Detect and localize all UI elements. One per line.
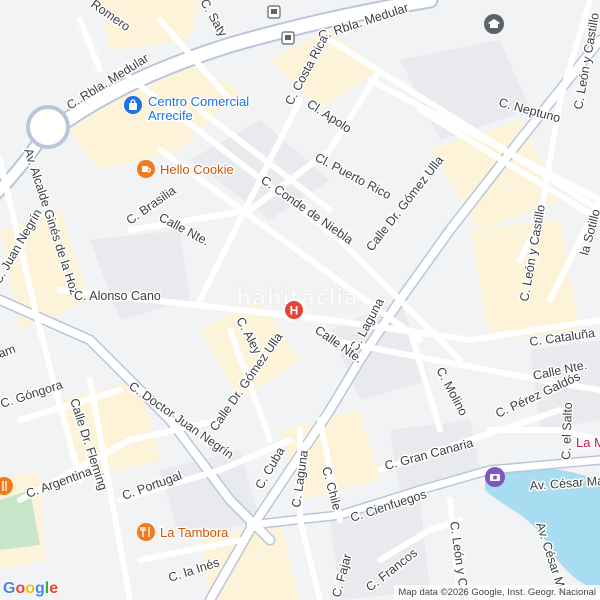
poi-shopping-center-label-1: Centro Comercial [148, 94, 249, 109]
google-logo-g1: G [3, 580, 16, 597]
street-label-el-salto: C. el Salto [559, 402, 575, 460]
map-attribution[interactable]: Map data ©2026 Google, Inst. Geogr. Naci… [394, 585, 600, 600]
fork-knife-icon [137, 523, 155, 541]
poi-la-tambora-label: La Tambora [160, 525, 229, 540]
hospital-letter: H [290, 304, 299, 318]
poi-la-marina-label: La M [576, 435, 600, 450]
coffee-cup-icon [137, 160, 155, 178]
google-logo-e: e [49, 580, 59, 597]
map-canvas[interactable]: C. Rbla. Medular C. Rbla. Medular C. Cos… [0, 0, 600, 600]
google-logo-o1: o [15, 580, 26, 597]
poi-la-tambora[interactable]: La Tambora [137, 523, 231, 542]
camera-icon [485, 467, 505, 487]
google-logo: Google [3, 580, 58, 598]
poi-hello-cookie-label: Hello Cookie [160, 162, 234, 177]
bus-stop-icon-1[interactable] [267, 5, 281, 19]
school-icon[interactable] [484, 14, 504, 34]
hospital-marker[interactable]: H [283, 299, 305, 321]
poi-hello-cookie[interactable]: Hello Cookie [137, 160, 235, 179]
street-label-alonso-cano: C. Alonso Cano [74, 289, 161, 303]
bus-stop-icon-2[interactable] [281, 31, 295, 45]
poi-shopping-center-label-2: Arrecife [148, 108, 193, 123]
shopping-bag-icon [124, 96, 142, 114]
google-logo-g2: g [35, 580, 45, 597]
hospital-icon: H [283, 299, 305, 321]
google-logo-o2: o [25, 580, 36, 597]
roundabout [26, 105, 70, 149]
